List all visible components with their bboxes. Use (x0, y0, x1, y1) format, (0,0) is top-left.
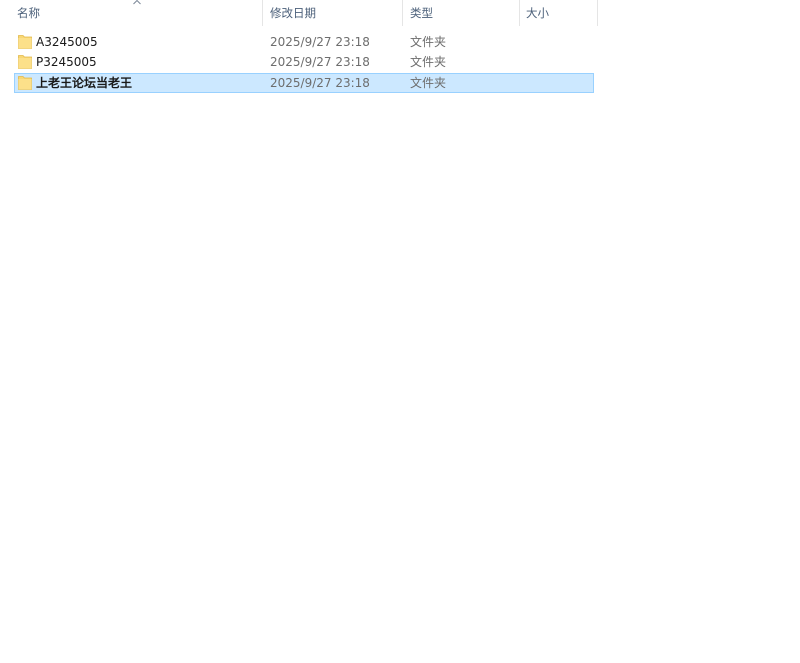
column-header-size[interactable]: 大小 (520, 0, 598, 26)
column-header-date-modified[interactable]: 修改日期 (263, 0, 403, 26)
file-name: 上老王论坛当老王 (36, 76, 133, 90)
sort-ascending-icon (133, 0, 141, 5)
file-row-1[interactable]: P3245005 2025/9/27 23:18 文件夹 (14, 52, 594, 72)
file-type: 文件夹 (410, 76, 447, 90)
folder-icon (18, 75, 32, 90)
folder-icon (18, 54, 32, 69)
column-header-name[interactable]: 名称 (0, 0, 263, 26)
column-header-date-label: 修改日期 (270, 6, 316, 20)
file-name: P3245005 (36, 55, 97, 69)
file-type: 文件夹 (410, 35, 447, 49)
file-explorer-list-view: 名称 修改日期 类型 大小 A3245005 2025/9/27 23:18 文… (0, 0, 800, 663)
file-row-0[interactable]: A3245005 2025/9/27 23:18 文件夹 (14, 32, 594, 52)
column-header-type[interactable]: 类型 (403, 0, 520, 26)
file-date-modified: 2025/9/27 23:18 (270, 55, 370, 69)
file-name: A3245005 (36, 35, 98, 49)
column-header-bar: 名称 修改日期 类型 大小 (0, 0, 598, 26)
file-date-modified: 2025/9/27 23:18 (270, 76, 370, 90)
file-row-2-selected[interactable]: 上老王论坛当老王 2025/9/27 23:18 文件夹 (14, 73, 594, 93)
file-date-modified: 2025/9/27 23:18 (270, 35, 370, 49)
column-header-type-label: 类型 (410, 6, 433, 20)
file-type: 文件夹 (410, 55, 447, 69)
folder-icon (18, 34, 32, 49)
column-divider[interactable] (597, 0, 598, 26)
column-header-size-label: 大小 (526, 6, 549, 20)
column-header-name-label: 名称 (17, 6, 40, 20)
